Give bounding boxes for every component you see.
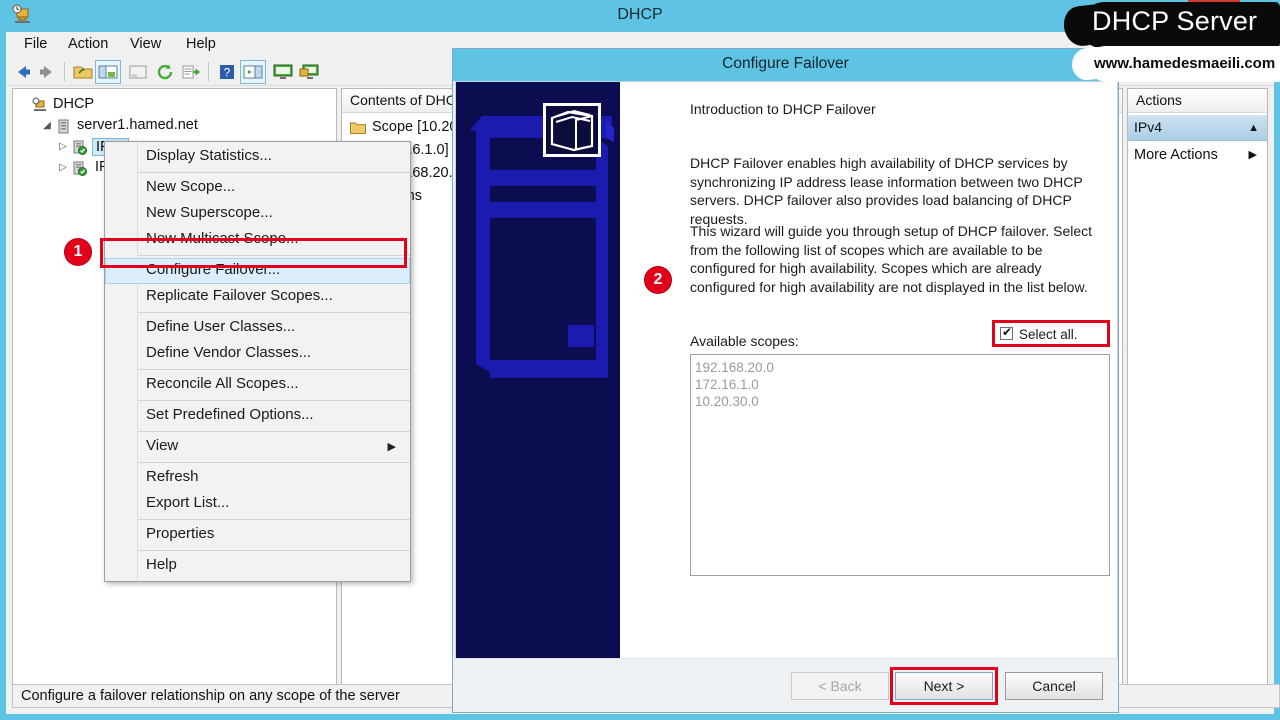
up-folder-icon[interactable]: [72, 62, 94, 82]
menu-action[interactable]: Action: [62, 36, 114, 52]
menu-separator: [105, 400, 410, 401]
dialog-main-area: Introduction to DHCP Failover DHCP Failo…: [620, 82, 1117, 658]
menu-item-display-statistics[interactable]: Display Statistics...: [105, 144, 410, 170]
dialog-paragraph-1: DHCP Failover enables high availability …: [690, 155, 1083, 227]
menu-view[interactable]: View: [124, 36, 167, 52]
forward-arrow-icon[interactable]: [36, 62, 58, 82]
server-icon: [58, 119, 69, 134]
scope-list-item[interactable]: 172.16.1.0: [695, 376, 1109, 393]
menu-separator: [105, 519, 410, 520]
menu-item-new-superscope[interactable]: New Superscope...: [105, 201, 410, 227]
menu-separator: [105, 462, 410, 463]
select-all-label: Select all.: [1019, 327, 1078, 342]
expander-icon[interactable]: ▷: [57, 162, 69, 174]
expander-icon[interactable]: ◢: [41, 120, 53, 132]
available-scopes-label: Available scopes:: [690, 333, 799, 349]
ipv4-icon: [73, 140, 87, 155]
menu-separator: [105, 550, 410, 551]
menu-item-help[interactable]: Help: [105, 553, 410, 579]
configure-failover-dialog: Configure Failover Introduction to DHCP …: [452, 48, 1119, 713]
connect-to-another-computer-icon[interactable]: [298, 62, 320, 82]
export-list-icon[interactable]: [180, 62, 202, 82]
back-button[interactable]: < Back: [791, 672, 889, 700]
chevron-up-icon[interactable]: ▲: [1248, 122, 1259, 134]
menu-help[interactable]: Help: [180, 36, 222, 52]
scope-folder-icon: [350, 122, 366, 134]
annotation-highlight-next-button: [890, 667, 998, 705]
available-scopes-listbox[interactable]: 192.168.20.0 172.16.1.0 10.20.30.0: [690, 354, 1110, 576]
server-illustration: [456, 82, 620, 658]
refresh-icon[interactable]: [154, 62, 176, 82]
actions-group-header[interactable]: IPv4 ▲: [1128, 115, 1267, 141]
dialog-title: Configure Failover: [453, 49, 1118, 81]
watermark-subtitle: www.hamedesmaeili.com: [1094, 55, 1276, 72]
actions-pane-header: Actions: [1128, 89, 1267, 113]
menu-item-properties[interactable]: Properties: [105, 522, 410, 548]
actions-group-label: IPv4: [1134, 119, 1163, 135]
tree-node-label: DHCP: [53, 96, 95, 112]
menu-item-define-vendor-classes[interactable]: Define Vendor Classes...: [105, 341, 410, 367]
back-arrow-icon[interactable]: [12, 62, 34, 82]
dhcp-root-icon: [32, 97, 46, 111]
action-item-more-actions[interactable]: More Actions ▶: [1128, 145, 1267, 169]
annotation-highlight-select-all: Select all.: [992, 320, 1110, 347]
svg-text:?: ?: [224, 66, 231, 80]
tree-node-label: server1.hamed.net: [77, 117, 198, 133]
chevron-right-icon: ▶: [1248, 149, 1257, 161]
dialog-client-area: Introduction to DHCP Failover DHCP Failo…: [455, 81, 1118, 659]
folders-stack-icon: [543, 103, 601, 157]
annotation-marker-2: 2: [645, 267, 671, 293]
dialog-footer: < Back Next > Cancel: [455, 658, 1118, 710]
dialog-heading: Introduction to DHCP Failover: [690, 101, 876, 117]
chevron-right-icon: ▶: [387, 441, 396, 453]
menu-item-new-scope[interactable]: New Scope...: [105, 175, 410, 201]
properties-icon[interactable]: [127, 62, 149, 82]
menu-separator: [105, 369, 410, 370]
screen: DHCP File Action View Help ? DHCP ◢ serv…: [0, 0, 1280, 720]
annotation-marker-1: 1: [65, 239, 91, 265]
expander-icon[interactable]: [19, 99, 31, 111]
annotation-highlight-configure-failover: [100, 238, 407, 268]
menu-item-refresh[interactable]: Refresh: [105, 465, 410, 491]
watermark-title: DHCP Server: [1092, 6, 1258, 36]
dialog-paragraph-2: This wizard will guide you through setup…: [690, 223, 1093, 295]
menu-item-replicate-failover-scopes[interactable]: Replicate Failover Scopes...: [105, 284, 410, 310]
show-hide-action-pane-icon[interactable]: [242, 62, 264, 82]
cancel-button[interactable]: Cancel: [1005, 672, 1103, 700]
scope-list-item[interactable]: 10.20.30.0: [695, 393, 1109, 410]
menu-item-set-predefined-options[interactable]: Set Predefined Options...: [105, 403, 410, 429]
menu-item-define-user-classes[interactable]: Define User Classes...: [105, 315, 410, 341]
show-hide-console-tree-icon[interactable]: [97, 62, 119, 82]
ipv4-context-menu: Display Statistics... New Scope... New S…: [104, 141, 411, 582]
menu-item-export-list[interactable]: Export List...: [105, 491, 410, 517]
new-window-icon[interactable]: [272, 62, 294, 82]
ipv6-icon: [73, 161, 87, 176]
help-icon[interactable]: ?: [216, 62, 238, 82]
expander-icon[interactable]: ▷: [57, 141, 69, 153]
select-all-checkbox[interactable]: [1000, 325, 1013, 340]
menu-item-view[interactable]: View ▶: [105, 434, 410, 460]
menu-separator: [105, 312, 410, 313]
scope-list-item[interactable]: 192.168.20.0: [695, 359, 1109, 376]
watermark-badge: DHCP Server www.hamedesmaeili.com: [1040, 0, 1280, 88]
menu-item-label: View: [146, 437, 179, 454]
actions-pane: Actions IPv4 ▲ More Actions ▶: [1127, 88, 1268, 708]
menu-item-reconcile-all-scopes[interactable]: Reconcile All Scopes...: [105, 372, 410, 398]
menu-file[interactable]: File: [18, 36, 53, 52]
menu-separator: [105, 431, 410, 432]
menu-separator: [105, 172, 410, 173]
dialog-sidebar-graphic: [456, 82, 620, 658]
action-item-label: More Actions: [1134, 147, 1218, 163]
